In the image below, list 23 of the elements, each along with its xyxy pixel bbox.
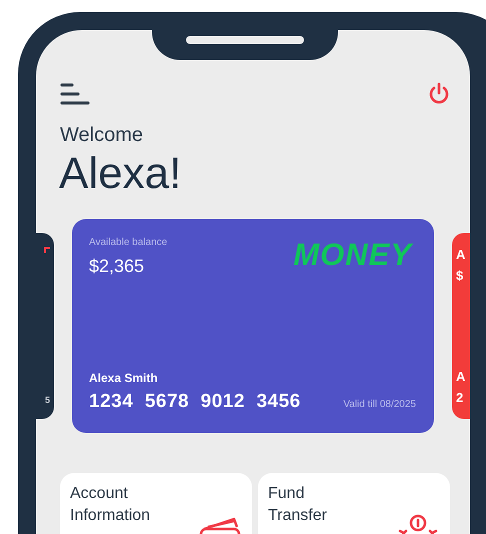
card-holder: Alexa Smith — [89, 371, 159, 385]
bank-card[interactable]: A $ A 2 — [452, 233, 470, 419]
card-text: 2 — [456, 390, 464, 405]
menu-tile[interactable]: Fund Transfer — [258, 473, 450, 534]
menu-icon[interactable] — [60, 82, 90, 106]
card-text: A — [456, 369, 466, 384]
user-name: Alexa! — [59, 149, 182, 199]
balance-amount: $2,365 — [89, 256, 146, 277]
tile-label: Account Information — [70, 484, 152, 526]
card-logo-icon — [44, 247, 50, 253]
card-brand: MONEY — [293, 237, 412, 273]
bank-card[interactable]: Available balance $2,365 MONEY Alexa Smith 1234 5678 9012 3456 Valid till 08/2025 — [72, 219, 434, 433]
menu-tile[interactable]: Account Information — [60, 473, 252, 534]
card-number: 1234 5678 9012 3456 — [89, 391, 301, 413]
card-text: $ — [456, 268, 464, 283]
card-validity: Valid till 08/2025 — [343, 399, 416, 410]
power-icon[interactable] — [428, 82, 450, 106]
card-text: 5 — [44, 395, 50, 405]
balance-label: Available balance — [89, 237, 168, 248]
bank-card[interactable]: 5 — [36, 233, 54, 419]
card-text: A — [456, 247, 466, 262]
tile-label: Fund Transfer — [268, 484, 328, 526]
welcome-text: Welcome — [60, 124, 144, 147]
